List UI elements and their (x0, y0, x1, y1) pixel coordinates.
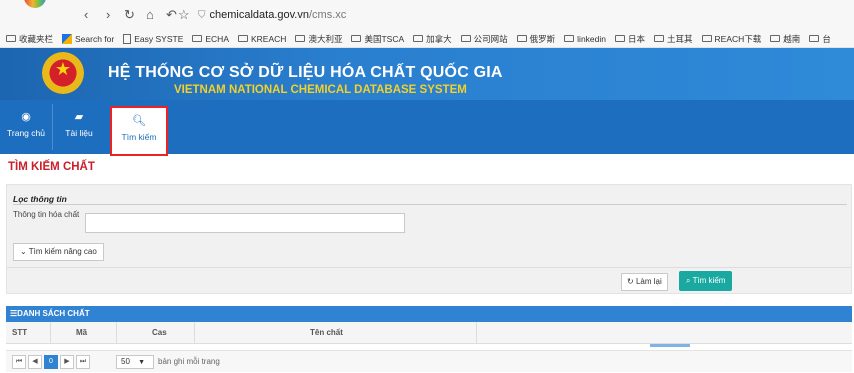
site-header: ★ HỆ THỐNG CƠ SỞ DỮ LIỆU HÓA CHẤT QUỐC G… (0, 48, 854, 100)
column-header-name[interactable]: Tên chất (310, 322, 343, 344)
column-header-cas[interactable]: Cas (152, 322, 167, 344)
bookmark-item[interactable]: linkedin (564, 34, 606, 44)
shield-icon: ⛉ (198, 10, 206, 21)
bookmark-item[interactable]: 越南 (770, 33, 800, 45)
column-divider (50, 322, 51, 344)
table-header: STT Mã Cas Tên chất (6, 322, 852, 344)
star-icon[interactable]: ☆ (178, 8, 190, 22)
bookmarks-bar: 收藏夹栏 Search for Easy SYSTE ECHA KREACH 澳… (0, 30, 854, 48)
advanced-search-button[interactable]: ⌄ Tìm kiếm nâng cao (13, 243, 104, 261)
folder-icon (238, 35, 248, 42)
folder-icon (770, 35, 781, 42)
forward-icon[interactable]: › (106, 8, 110, 22)
nav-item-home[interactable]: ◉ Trang chủ (0, 100, 52, 154)
folder-icon (564, 35, 575, 42)
divider (7, 267, 851, 268)
search-icon: 🔍︎ (132, 115, 146, 127)
bookmark-item[interactable]: Search for (62, 33, 114, 44)
bookmark-item[interactable]: 日本 (615, 33, 645, 45)
reset-button[interactable]: ↻ Làm lại (621, 273, 668, 291)
chemical-info-input[interactable] (85, 213, 405, 233)
column-header-stt[interactable]: STT (12, 322, 27, 344)
folder-icon (295, 35, 306, 42)
folder-icon (460, 35, 471, 42)
column-divider (476, 322, 477, 344)
per-page-select[interactable]: 50 ▼ (116, 355, 154, 369)
filter-panel: Lọc thông tin Thông tin hóa chất ⌄ Tìm k… (6, 184, 852, 294)
undo-icon[interactable]: ↶ (166, 8, 177, 22)
folder-icon (351, 35, 362, 42)
bookmark-item[interactable]: REACH下载 (701, 33, 761, 45)
chevron-down-icon: ⌄ (20, 247, 27, 256)
per-page-label: bản ghi mỗi trang (158, 357, 220, 366)
back-icon[interactable]: ‹ (84, 8, 88, 22)
url-path: /cms.xc (308, 9, 347, 21)
scroll-indicator (650, 344, 690, 347)
first-page-button[interactable]: ⏮ (12, 355, 26, 369)
current-page[interactable]: 0 (44, 355, 58, 369)
folder-icon (809, 35, 820, 42)
folder-icon (516, 35, 527, 42)
search-button[interactable]: ⌕ Tìm kiếm (679, 271, 733, 291)
browser-logo-icon (24, 0, 46, 8)
prev-page-button[interactable]: ◀ (28, 355, 42, 369)
url-domain: chemicaldata.gov.vn (209, 9, 309, 21)
column-header-code[interactable]: Mã (76, 322, 87, 344)
next-page-button[interactable]: ▶ (60, 355, 74, 369)
bookmark-item[interactable]: 台 (809, 33, 831, 45)
filter-heading: Lọc thông tin (13, 194, 67, 204)
book-icon: ▰ (74, 111, 84, 123)
column-divider (194, 322, 195, 344)
folder-icon (615, 35, 625, 42)
folder-icon (192, 35, 203, 42)
last-page-button[interactable]: ⏭ (76, 355, 90, 369)
chevron-down-icon: ▼ (138, 359, 146, 366)
site-title-en: VIETNAM NATIONAL CHEMICAL DATABASE SYSTE… (174, 84, 467, 96)
bookmark-item[interactable]: 收藏夹栏 (6, 33, 53, 45)
national-emblem-icon: ★ (42, 52, 84, 94)
pagination: ⏮ ◀ 0 ▶ ⏭ 50 ▼ bản ghi mỗi trang (6, 350, 852, 372)
search-logo-icon (62, 33, 73, 44)
bookmark-item[interactable]: 俄罗斯 (516, 33, 555, 45)
bookmark-item[interactable]: KREACH (238, 34, 286, 44)
bookmark-item[interactable]: 公司网站 (460, 33, 508, 45)
bookmark-item[interactable]: ECHA (192, 34, 229, 44)
folder-icon (701, 35, 712, 42)
folder-icon (6, 35, 16, 42)
site-title-vn: HỆ THỐNG CƠ SỞ DỮ LIỆU HÓA CHẤT QUỐC GIA (108, 64, 503, 81)
folder-icon (654, 35, 665, 42)
bookmark-item[interactable]: 美国TSCA (351, 33, 404, 45)
bookmark-item[interactable]: 土耳其 (654, 33, 693, 45)
page-title: TÌM KIẾM CHẤT (8, 161, 95, 173)
chemical-info-label: Thông tin hóa chất (13, 210, 80, 219)
folder-icon (413, 35, 424, 42)
list-header: ☰DANH SÁCH CHẤT (6, 306, 852, 322)
nav-item-documents[interactable]: ▰ Tài liệu (53, 100, 105, 154)
divider (13, 204, 847, 205)
home-icon[interactable]: ⌂ (146, 8, 154, 22)
refresh-icon: ↻ (627, 277, 634, 286)
page-icon (123, 33, 132, 44)
bookmark-item[interactable]: 澳大利亚 (295, 33, 342, 45)
dashboard-icon: ◉ (21, 111, 31, 123)
bookmark-item[interactable]: 加拿大 (413, 33, 452, 45)
search-icon: ⌕ (686, 276, 691, 285)
refresh-icon[interactable]: ↻ (124, 8, 135, 22)
column-divider (116, 322, 117, 344)
browser-address-bar: ‹ › ↻ ⌂ ↶ ☆ ⛉ chemicaldata.gov.vn/cms.xc (0, 0, 854, 30)
url-text[interactable]: ⛉ chemicaldata.gov.vn/cms.xc (198, 9, 346, 21)
bookmark-item[interactable]: Easy SYSTE (123, 33, 183, 44)
nav-item-search[interactable]: 🔍︎ Tìm kiếm (110, 106, 168, 156)
